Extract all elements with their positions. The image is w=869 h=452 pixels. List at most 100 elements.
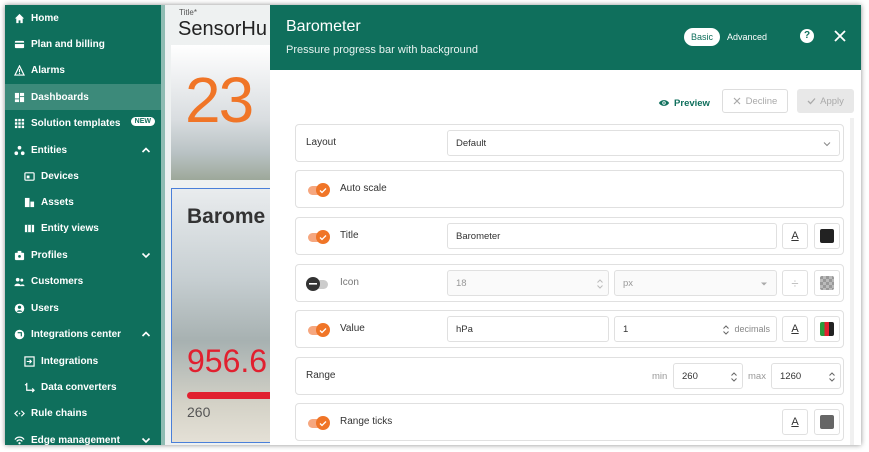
- sidebar-item-alarms[interactable]: Alarms: [5, 57, 161, 83]
- sidebar-item-customers[interactable]: Customers: [5, 268, 161, 294]
- auto-scale-row: Auto scale: [295, 170, 844, 208]
- customers-icon: [13, 275, 25, 287]
- sidebar-item-plan-and-billing[interactable]: Plan and billing: [5, 31, 161, 57]
- color-swatch: [820, 322, 834, 336]
- check-icon: [807, 98, 816, 105]
- sidebar-item-label: Data converters: [41, 381, 117, 393]
- title-row: Title Barometer A: [295, 217, 844, 255]
- eye-icon: [658, 100, 670, 106]
- assets-icon: [23, 196, 35, 208]
- ticks-color-button[interactable]: [814, 409, 840, 435]
- spinner-icon: [829, 372, 835, 382]
- apply-label: Apply: [820, 95, 844, 107]
- close-icon: [733, 97, 741, 105]
- layout-select[interactable]: Default: [447, 130, 840, 156]
- value-label: Value: [340, 323, 365, 334]
- units-input[interactable]: hPa: [447, 316, 609, 342]
- icon-size-button[interactable]: ÷: [782, 270, 808, 296]
- sidebar-item-devices[interactable]: Devices: [5, 163, 161, 189]
- dashboard-icon: [13, 91, 25, 103]
- check-icon: [319, 420, 327, 426]
- range-max-label: max: [748, 371, 766, 382]
- preview-label: Preview: [674, 97, 710, 109]
- sidebar: Home Plan and billing Alarms Dashboards …: [5, 5, 165, 445]
- color-swatch: [820, 276, 834, 290]
- ticks-font-button[interactable]: A: [782, 409, 808, 435]
- sidebar-item-entities[interactable]: Entities: [5, 137, 161, 163]
- title-color-button[interactable]: [814, 223, 840, 249]
- sidebar-item-edge-management[interactable]: Edge management: [5, 427, 161, 445]
- spinner-icon: [723, 325, 729, 335]
- grid-icon: [13, 117, 25, 129]
- sidebar-item-label: Customers: [31, 275, 84, 287]
- sidebar-item-profiles[interactable]: Profiles: [5, 242, 161, 268]
- app-window: Home Plan and billing Alarms Dashboards …: [5, 5, 861, 445]
- apply-button[interactable]: Apply: [797, 89, 854, 113]
- font-icon: A: [791, 323, 799, 335]
- user-icon: [13, 302, 25, 314]
- value-font-button[interactable]: A: [782, 316, 808, 342]
- dashboard-canvas: Title* SensorHu 23 Barome 956.6 260: [165, 5, 275, 445]
- sidebar-item-home[interactable]: Home: [5, 5, 161, 31]
- title-label: Title: [340, 230, 359, 241]
- check-icon: [319, 234, 327, 240]
- title-input[interactable]: Barometer: [447, 223, 777, 249]
- sidebar-item-integrations-center[interactable]: Integrations center: [5, 321, 161, 347]
- range-ticks-toggle[interactable]: [306, 416, 330, 430]
- icon-unit-select[interactable]: px: [614, 270, 777, 296]
- preview-button[interactable]: Preview: [655, 91, 713, 115]
- range-min-label: min: [652, 371, 668, 382]
- chevron-down-icon[interactable]: [141, 435, 151, 445]
- sidebar-item-label: Plan and billing: [31, 38, 105, 50]
- sidebar-item-rule-chains[interactable]: Rule chains: [5, 400, 161, 426]
- sidebar-item-label: Integrations: [41, 355, 99, 367]
- sidebar-item-solution-templates[interactable]: Solution templates NEW: [5, 110, 161, 136]
- range-row: Range min 260 max 1260: [295, 357, 844, 395]
- device-icon: [23, 170, 35, 182]
- spinner-icon: [597, 279, 603, 289]
- help-icon[interactable]: ?: [800, 29, 814, 43]
- close-icon[interactable]: [833, 29, 847, 43]
- title-toggle[interactable]: [306, 230, 330, 244]
- dashboard-title-input[interactable]: SensorHu: [178, 18, 267, 41]
- icon-toggle[interactable]: [306, 277, 330, 291]
- sidebar-item-integrations[interactable]: Integrations: [5, 348, 161, 374]
- auto-scale-toggle[interactable]: [306, 183, 330, 197]
- chevron-up-icon[interactable]: [141, 145, 151, 155]
- range-max-input[interactable]: 1260: [771, 363, 841, 389]
- value-color-button[interactable]: [814, 316, 840, 342]
- chevron-down-icon[interactable]: [141, 250, 151, 260]
- settings-scrollbar[interactable]: [850, 118, 854, 445]
- icon-size-input[interactable]: 18: [447, 270, 609, 296]
- range-min-input[interactable]: 260: [673, 363, 743, 389]
- color-swatch: [820, 415, 834, 429]
- sidebar-item-label: Users: [31, 302, 59, 314]
- sidebar-item-data-converters[interactable]: Data converters: [5, 374, 161, 400]
- value-toggle[interactable]: [306, 323, 330, 337]
- sidebar-item-dashboards[interactable]: Dashboards: [5, 84, 161, 110]
- mode-toggle: Basic Advanced: [684, 27, 774, 47]
- title-font-button[interactable]: A: [782, 223, 808, 249]
- home-icon: [13, 12, 25, 24]
- entity-views-icon: [23, 222, 35, 234]
- spinner-icon: [731, 372, 737, 382]
- sidebar-item-label: Devices: [41, 170, 79, 182]
- icon-size-value: 18: [456, 277, 467, 289]
- icon-color-button[interactable]: [814, 270, 840, 296]
- advanced-mode-button[interactable]: Advanced: [720, 28, 774, 46]
- dropdown-arrow-icon: [761, 282, 767, 286]
- basic-mode-button[interactable]: Basic: [684, 28, 721, 46]
- sidebar-item-assets[interactable]: Assets: [5, 189, 161, 215]
- color-swatch: [820, 229, 834, 243]
- new-badge: NEW: [130, 117, 155, 126]
- sidebar-item-label: Profiles: [31, 249, 68, 261]
- sidebar-item-users[interactable]: Users: [5, 295, 161, 321]
- font-icon: A: [791, 230, 799, 242]
- decimals-input[interactable]: 1 decimals: [614, 316, 777, 342]
- decline-button[interactable]: Decline: [722, 89, 788, 113]
- chevron-up-icon[interactable]: [141, 329, 151, 339]
- minus-icon: [309, 283, 317, 285]
- title-field-label: Title*: [179, 8, 197, 17]
- sidebar-item-entity-views[interactable]: Entity views: [5, 215, 161, 241]
- title-value: Barometer: [456, 230, 501, 242]
